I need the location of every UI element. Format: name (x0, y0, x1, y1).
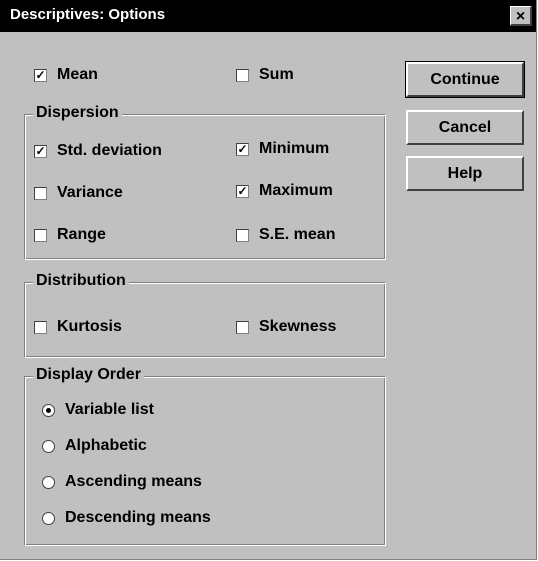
ascending-means-label: Ascending means (65, 473, 202, 490)
skewness-label: Skewness (259, 318, 337, 335)
maximum-check-box[interactable]: ✓ (236, 184, 249, 198)
maximum-label: Maximum (259, 182, 333, 199)
se-mean-checkbox[interactable]: S.E. mean (236, 226, 335, 244)
maximum-checkbox[interactable]: ✓ Maximum (236, 182, 333, 200)
variance-label: Variance (57, 184, 123, 201)
display-order-legend: Display Order (33, 366, 144, 384)
descending-means-radio[interactable]: Descending means (42, 509, 211, 527)
variable-list-radio-button[interactable] (42, 403, 55, 417)
ascending-means-radio[interactable]: Ascending means (42, 473, 202, 491)
mean-check-box[interactable]: ✓ (34, 68, 47, 82)
title-bar[interactable]: Descriptives: Options × (0, 0, 536, 32)
range-check-box[interactable] (34, 228, 47, 242)
mean-label: Mean (57, 66, 98, 83)
alphabetic-label: Alphabetic (65, 437, 147, 454)
window-title: Descriptives: Options (10, 6, 166, 23)
variable-list-label: Variable list (65, 401, 154, 418)
minimum-checkbox[interactable]: ✓ Minimum (236, 140, 329, 158)
sum-label: Sum (259, 66, 294, 83)
variable-list-radio[interactable]: Variable list (42, 401, 154, 419)
ascending-means-radio-button[interactable] (42, 475, 55, 489)
close-button[interactable]: × (510, 6, 532, 26)
mean-checkbox[interactable]: ✓ Mean (34, 66, 98, 84)
std-deviation-checkbox[interactable]: ✓ Std. deviation (34, 142, 162, 160)
std-deviation-check-box[interactable]: ✓ (34, 144, 47, 158)
dispersion-legend: Dispersion (33, 104, 122, 122)
minimum-label: Minimum (259, 140, 330, 157)
minimum-check-box[interactable]: ✓ (236, 142, 249, 156)
cancel-button[interactable]: Cancel (406, 110, 524, 145)
sum-checkbox[interactable]: Sum (236, 66, 294, 84)
continue-button[interactable]: Continue (405, 61, 525, 98)
kurtosis-label: Kurtosis (57, 318, 122, 335)
range-label: Range (57, 226, 106, 243)
help-button[interactable]: Help (406, 156, 524, 191)
kurtosis-checkbox[interactable]: Kurtosis (34, 318, 122, 336)
alphabetic-radio-button[interactable] (42, 439, 55, 453)
kurtosis-check-box[interactable] (34, 320, 47, 334)
se-mean-label: S.E. mean (259, 226, 336, 243)
descriptives-options-dialog: Descriptives: Options × ✓ Mean Sum Dispe… (0, 0, 537, 560)
skewness-check-box[interactable] (236, 320, 249, 334)
distribution-legend: Distribution (33, 272, 129, 290)
variance-checkbox[interactable]: Variance (34, 184, 123, 202)
range-checkbox[interactable]: Range (34, 226, 106, 244)
std-deviation-label: Std. deviation (57, 142, 162, 159)
se-mean-check-box[interactable] (236, 228, 249, 242)
sum-check-box[interactable] (236, 68, 249, 82)
variance-check-box[interactable] (34, 186, 47, 200)
descending-means-radio-button[interactable] (42, 511, 55, 525)
skewness-checkbox[interactable]: Skewness (236, 318, 336, 336)
alphabetic-radio[interactable]: Alphabetic (42, 437, 147, 455)
descending-means-label: Descending means (65, 509, 211, 526)
